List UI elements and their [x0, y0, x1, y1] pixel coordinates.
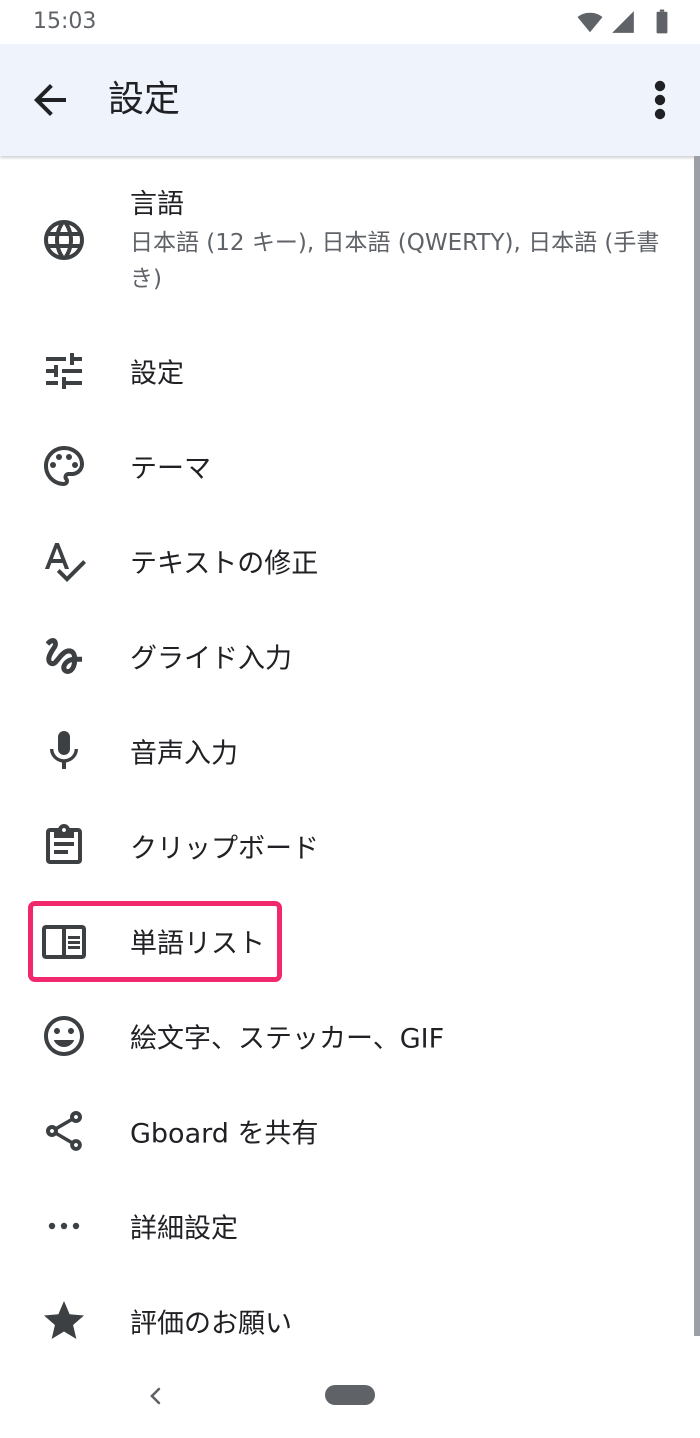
settings-list: 言語 日本語 (12 キー), 日本語 (QWERTY), 日本語 (手書き) … [0, 157, 694, 1368]
nav-back-chevron-icon [150, 1387, 161, 1405]
chrome-reader-icon [40, 917, 88, 965]
setting-item-glide-typing[interactable]: グライド入力 [0, 608, 694, 703]
back-button[interactable] [26, 76, 74, 124]
home-pill-icon[interactable] [325, 1385, 375, 1405]
setting-item-label: 絵文字、ステッカー、GIF [130, 1023, 445, 1054]
setting-item-label: テーマ [130, 453, 211, 484]
globe-icon [40, 216, 88, 264]
navigation-bar [0, 1356, 700, 1438]
setting-item-advanced[interactable]: 詳細設定 [0, 1178, 694, 1273]
star-icon [40, 1297, 88, 1345]
status-bar: 15:03 [0, 0, 700, 44]
setting-item-label: 言語 [130, 189, 184, 220]
tune-icon [40, 347, 88, 395]
app-bar: 設定 [0, 44, 700, 156]
setting-item-clipboard[interactable]: クリップボード [0, 798, 694, 893]
setting-item-emoji[interactable]: 絵文字、ステッカー、GIF [0, 988, 694, 1083]
setting-item-label: 詳細設定 [130, 1213, 238, 1244]
scrollbar[interactable] [694, 156, 700, 1336]
mic-icon [40, 727, 88, 775]
setting-item-voice-input[interactable]: 音声入力 [0, 703, 694, 798]
page-title: 設定 [108, 79, 181, 120]
setting-item-label: Gboard を共有 [130, 1118, 319, 1149]
arrow-back-icon [34, 84, 66, 116]
more-vert-icon [654, 80, 666, 120]
clipboard-icon [40, 822, 88, 870]
setting-item-text-correction[interactable]: テキストの修正 [0, 513, 694, 608]
spellcheck-icon [40, 537, 88, 585]
wifi-icon [577, 12, 603, 33]
setting-item-label: クリップボード [130, 833, 319, 864]
nav-back-button[interactable] [142, 1382, 170, 1410]
share-icon [40, 1107, 88, 1155]
palette-icon [40, 442, 88, 490]
setting-item-label: グライド入力 [130, 643, 292, 674]
setting-item-label: 音声入力 [130, 738, 238, 769]
setting-item-label: テキストの修正 [130, 548, 319, 579]
language-texts: 言語 日本語 (12 キー), 日本語 (QWERTY), 日本語 (手書き) [130, 187, 670, 297]
battery-icon [656, 9, 668, 34]
setting-item-label: 単語リスト [130, 928, 265, 959]
setting-item-label: 設定 [130, 358, 184, 389]
setting-item-label: 評価のお願い [130, 1308, 292, 1339]
cellular-signal-icon [612, 11, 634, 33]
setting-item-dictionary[interactable]: 単語リスト [0, 893, 694, 988]
more-horiz-icon [40, 1202, 88, 1250]
setting-item-language[interactable]: 言語 日本語 (12 キー), 日本語 (QWERTY), 日本語 (手書き) [0, 157, 694, 323]
setting-item-preferences[interactable]: 設定 [0, 323, 694, 418]
setting-item-rate-us[interactable]: 評価のお願い [0, 1273, 694, 1368]
language-summary: 日本語 (12 キー), 日本語 (QWERTY), 日本語 (手書き) [130, 230, 660, 292]
status-time: 15:03 [33, 9, 97, 34]
setting-item-theme[interactable]: テーマ [0, 418, 694, 513]
smiley-icon [40, 1012, 88, 1060]
gesture-icon [40, 632, 88, 680]
more-options-button[interactable] [640, 76, 680, 124]
setting-item-share[interactable]: Gboard を共有 [0, 1083, 694, 1178]
